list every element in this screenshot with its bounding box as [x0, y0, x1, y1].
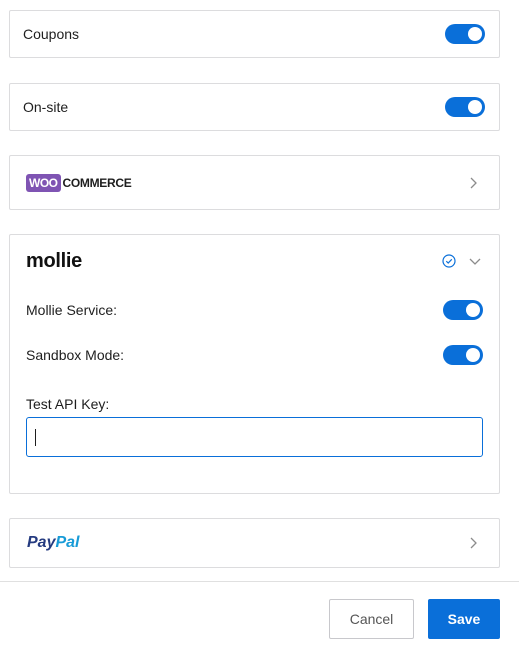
- mollie-service-row: Mollie Service:: [26, 299, 483, 321]
- sandbox-mode-label: Sandbox Mode:: [26, 347, 125, 363]
- check-circle-icon: [442, 254, 456, 268]
- woocommerce-panel[interactable]: WOO COMMERCE: [9, 155, 500, 210]
- mollie-panel: mollie Mollie Service: Sandbox Mode: Tes…: [9, 234, 500, 494]
- test-api-key-label: Test API Key:: [26, 396, 110, 412]
- test-api-key-input[interactable]: [26, 417, 483, 457]
- mollie-service-toggle[interactable]: [443, 300, 483, 320]
- onsite-label: On-site: [23, 99, 69, 115]
- footer-divider: [0, 581, 519, 582]
- chevron-right-icon[interactable]: [465, 175, 481, 191]
- woocommerce-logo: WOO COMMERCE: [26, 173, 132, 192]
- sandbox-mode-row: Sandbox Mode:: [26, 344, 483, 366]
- onsite-toggle[interactable]: [445, 97, 485, 117]
- save-button[interactable]: Save: [428, 599, 500, 639]
- chevron-right-icon[interactable]: [465, 535, 481, 551]
- sandbox-mode-toggle[interactable]: [443, 345, 483, 365]
- mollie-service-label: Mollie Service:: [26, 302, 118, 318]
- paypal-logo-pay: Pay: [27, 534, 56, 551]
- text-caret: [35, 429, 36, 446]
- mollie-header-icons: [441, 253, 483, 269]
- coupons-panel: Coupons: [9, 10, 500, 58]
- coupons-label: Coupons: [23, 26, 80, 42]
- chevron-down-icon[interactable]: [467, 253, 483, 269]
- onsite-panel: On-site: [9, 83, 500, 131]
- paypal-panel[interactable]: PayPal: [9, 518, 500, 568]
- woocommerce-logo-badge: WOO: [26, 173, 61, 192]
- mollie-logo: mollie: [26, 249, 82, 272]
- woocommerce-logo-text: COMMERCE: [62, 175, 132, 190]
- paypal-logo-pal: Pal: [55, 534, 80, 551]
- mollie-header[interactable]: mollie: [26, 247, 483, 275]
- paypal-logo: PayPal: [27, 534, 79, 552]
- cancel-button[interactable]: Cancel: [329, 599, 414, 639]
- coupons-toggle[interactable]: [445, 24, 485, 44]
